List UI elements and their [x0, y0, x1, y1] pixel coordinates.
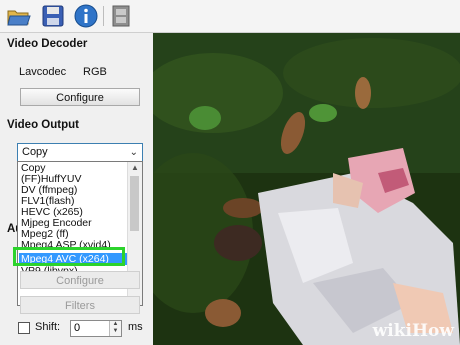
audio-configure-button[interactable]: Configure — [20, 271, 140, 289]
shift-unit: ms — [128, 321, 143, 333]
decoder-configure-button[interactable]: Configure — [20, 88, 140, 106]
shift-value: 0 — [74, 322, 81, 334]
settings-panel: Video Decoder Lavcodec RGB Configure Vid… — [0, 33, 153, 345]
highlight-box — [13, 247, 125, 266]
info-icon[interactable] — [73, 3, 99, 29]
toolbar-separator — [103, 6, 104, 26]
shift-label: Shift: — [35, 321, 61, 333]
save-disk-icon[interactable] — [40, 3, 66, 29]
open-folder-icon[interactable] — [6, 3, 32, 29]
watermark-logo: wikiHow — [372, 321, 454, 341]
scroll-up-icon[interactable]: ▲ — [128, 162, 142, 174]
chevron-down-icon[interactable]: ⌄ — [130, 144, 138, 161]
video-output-selected: Copy — [22, 146, 48, 158]
decoder-name: Lavcodec — [19, 66, 67, 78]
spinner-buttons[interactable]: ▲ ▼ — [109, 321, 121, 336]
video-preview: wikiHow — [153, 33, 460, 345]
video-output-select[interactable]: Copy ⌄ — [17, 143, 143, 162]
video-output-heading: Video Output — [7, 119, 79, 131]
scroll-thumb[interactable] — [130, 176, 139, 231]
video-decoder-heading: Video Decoder — [7, 38, 88, 50]
preview-image — [153, 33, 460, 345]
shift-value-input[interactable]: 0 ▲ ▼ — [70, 320, 122, 337]
filters-button[interactable]: Filters — [20, 296, 140, 314]
color-space: RGB — [83, 66, 107, 78]
toolbar — [0, 0, 460, 33]
shift-checkbox[interactable] — [18, 322, 30, 334]
film-strip-icon[interactable] — [108, 3, 134, 29]
